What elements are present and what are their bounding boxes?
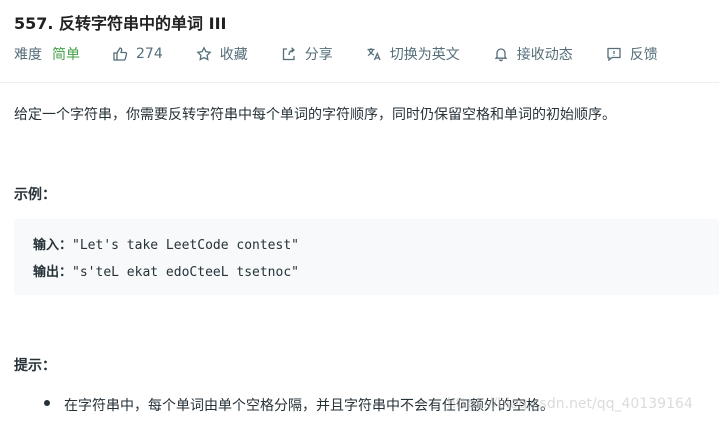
example-code-block: 输入："Let's take LeetCode contest" 输出："s't… bbox=[14, 219, 719, 295]
feedback-button[interactable]: 反馈 bbox=[606, 44, 658, 64]
example-input-label: 输入： bbox=[33, 238, 73, 253]
switch-language-button[interactable]: 切换为英文 bbox=[366, 44, 460, 64]
example-output-line: 输出："s'teL ekat edoCteeL tsetnoc" bbox=[33, 261, 299, 280]
share-label: 分享 bbox=[304, 47, 333, 63]
example-heading: 示例： bbox=[14, 187, 56, 203]
collect-label: 收藏 bbox=[219, 47, 248, 63]
collect-button[interactable]: 收藏 bbox=[196, 44, 248, 64]
share-icon bbox=[282, 47, 295, 61]
hint-heading: 提示： bbox=[14, 358, 56, 374]
bell-icon bbox=[494, 48, 508, 62]
likes-count: 274 bbox=[136, 46, 163, 62]
header-divider bbox=[0, 82, 719, 83]
example-output-label: 输出： bbox=[33, 265, 73, 280]
difficulty-label: 难度 bbox=[14, 47, 42, 63]
problem-description: 给定一个字符串，你需要反转字符串中每个单词的字符顺序，同时仍保留空格和单词的初始… bbox=[14, 107, 616, 123]
notification-button[interactable]: 接收动态 bbox=[493, 44, 573, 64]
translate-icon bbox=[367, 48, 381, 61]
example-output-value: "s'teL ekat edoCteeL tsetnoc" bbox=[72, 265, 299, 280]
example-input-line: 输入："Let's take LeetCode contest" bbox=[33, 234, 299, 253]
feedback-label: 反馈 bbox=[629, 47, 658, 63]
share-button[interactable]: 分享 bbox=[281, 44, 333, 64]
thumbs-up-icon bbox=[113, 47, 128, 61]
like-button[interactable]: 274 bbox=[112, 46, 163, 62]
hint-bullet bbox=[44, 400, 50, 406]
star-icon bbox=[196, 46, 212, 61]
problem-meta-bar: 难度 简单 274 收藏 分享 切换为英文 接收动态 反馈 bbox=[14, 44, 691, 64]
example-input-value: "Let's take LeetCode contest" bbox=[72, 238, 299, 253]
switch-language-label: 切换为英文 bbox=[389, 47, 460, 63]
notification-label: 接收动态 bbox=[516, 47, 573, 63]
feedback-icon bbox=[607, 47, 621, 62]
problem-title: 557. 反转字符串中的单词 III bbox=[14, 14, 227, 33]
watermark: https://blog.csdn.net/qq_40139164 bbox=[447, 396, 693, 412]
difficulty-badge: 简单 bbox=[52, 47, 80, 63]
